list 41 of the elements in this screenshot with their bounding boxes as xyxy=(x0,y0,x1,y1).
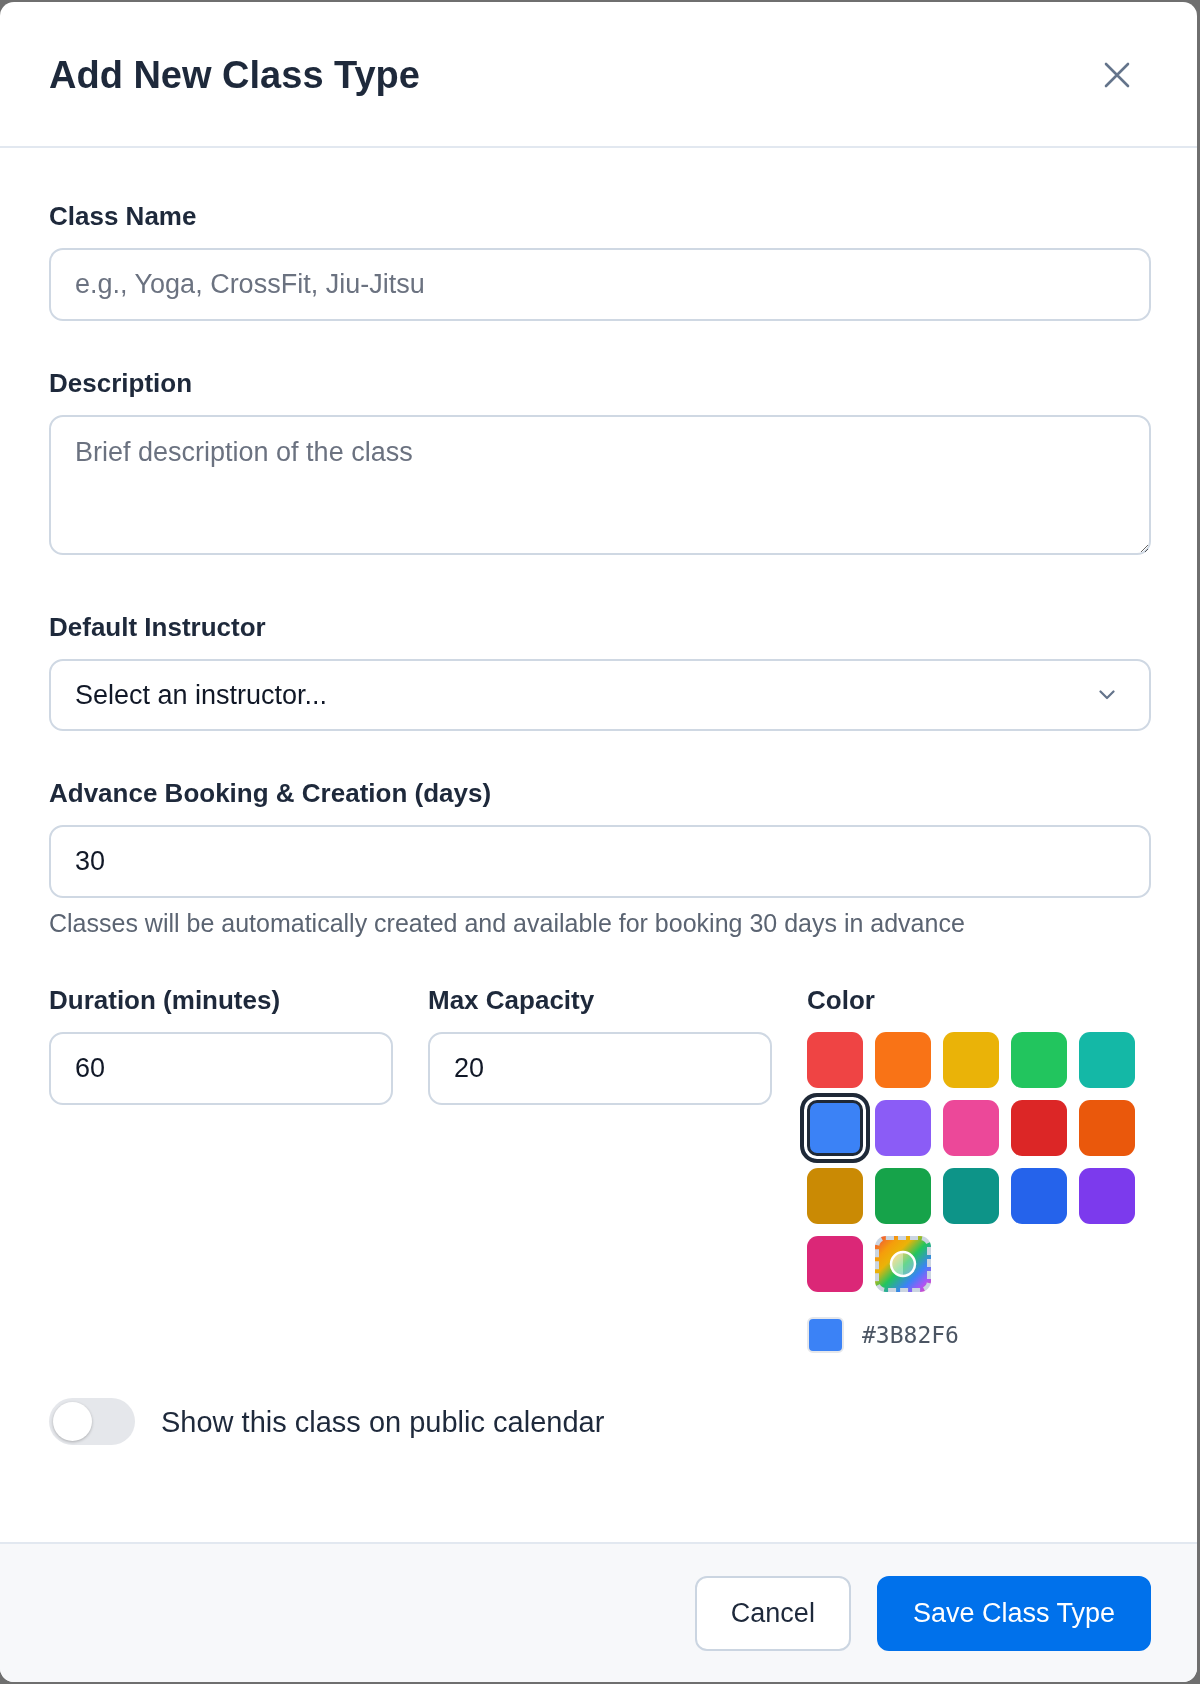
field-label: Default Instructor xyxy=(49,611,267,643)
field-label: Class Name xyxy=(49,200,198,232)
field-label: Description xyxy=(49,367,194,399)
color-swatch[interactable] xyxy=(875,1032,931,1088)
text-area[interactable]: Brief description of the class xyxy=(49,415,1151,555)
close-icon xyxy=(1104,62,1130,88)
color-swatch[interactable] xyxy=(1079,1168,1135,1224)
close-button[interactable] xyxy=(1104,62,1130,88)
toggle-switch[interactable] xyxy=(49,1398,135,1445)
color-swatch[interactable] xyxy=(875,1100,931,1156)
field-label: Color xyxy=(807,984,876,1016)
color-swatch[interactable] xyxy=(1011,1168,1067,1224)
field-label: Max Capacity xyxy=(428,984,596,1016)
dialog-title: Add New Class Type xyxy=(49,53,420,98)
color-swatch[interactable] xyxy=(1079,1032,1135,1088)
color-swatch[interactable] xyxy=(943,1032,999,1088)
hex-value: #3B82F6 xyxy=(862,1321,959,1350)
field-label: Duration (minutes) xyxy=(49,984,282,1016)
color-swatch[interactable] xyxy=(807,1032,863,1088)
dropdown-select[interactable]: Select an instructor... xyxy=(49,659,1151,731)
number-input[interactable]: 30 xyxy=(49,825,1151,898)
color-swatch[interactable] xyxy=(1011,1032,1067,1088)
color-swatch[interactable] xyxy=(1079,1100,1135,1156)
chevron-down-icon xyxy=(1099,690,1115,700)
number-input[interactable]: 20 xyxy=(428,1032,772,1105)
color-swatch[interactable] xyxy=(1011,1100,1067,1156)
text-input[interactable]: e.g., Yoga, CrossFit, Jiu-Jitsu xyxy=(49,248,1151,321)
field-label: Advance Booking & Creation (days) xyxy=(49,777,493,809)
help-text: Classes will be automatically created and available for booking 30 days in advance xyxy=(49,908,966,938)
cancel-button[interactable]: Cancel xyxy=(694,1576,851,1651)
color-swatch[interactable] xyxy=(943,1100,999,1156)
custom-color-button[interactable] xyxy=(875,1236,931,1292)
save-button[interactable]: Save Class Type xyxy=(876,1576,1151,1651)
half-circle-icon xyxy=(889,1250,917,1278)
color-swatch[interactable] xyxy=(800,1093,870,1163)
toggle-label: Show this class on public calendar xyxy=(161,1404,605,1439)
number-input[interactable]: 60 xyxy=(49,1032,393,1105)
color-swatch[interactable] xyxy=(875,1168,931,1224)
color-swatch[interactable] xyxy=(807,1168,863,1224)
color-swatch[interactable] xyxy=(807,1236,863,1292)
color-swatch[interactable] xyxy=(943,1168,999,1224)
